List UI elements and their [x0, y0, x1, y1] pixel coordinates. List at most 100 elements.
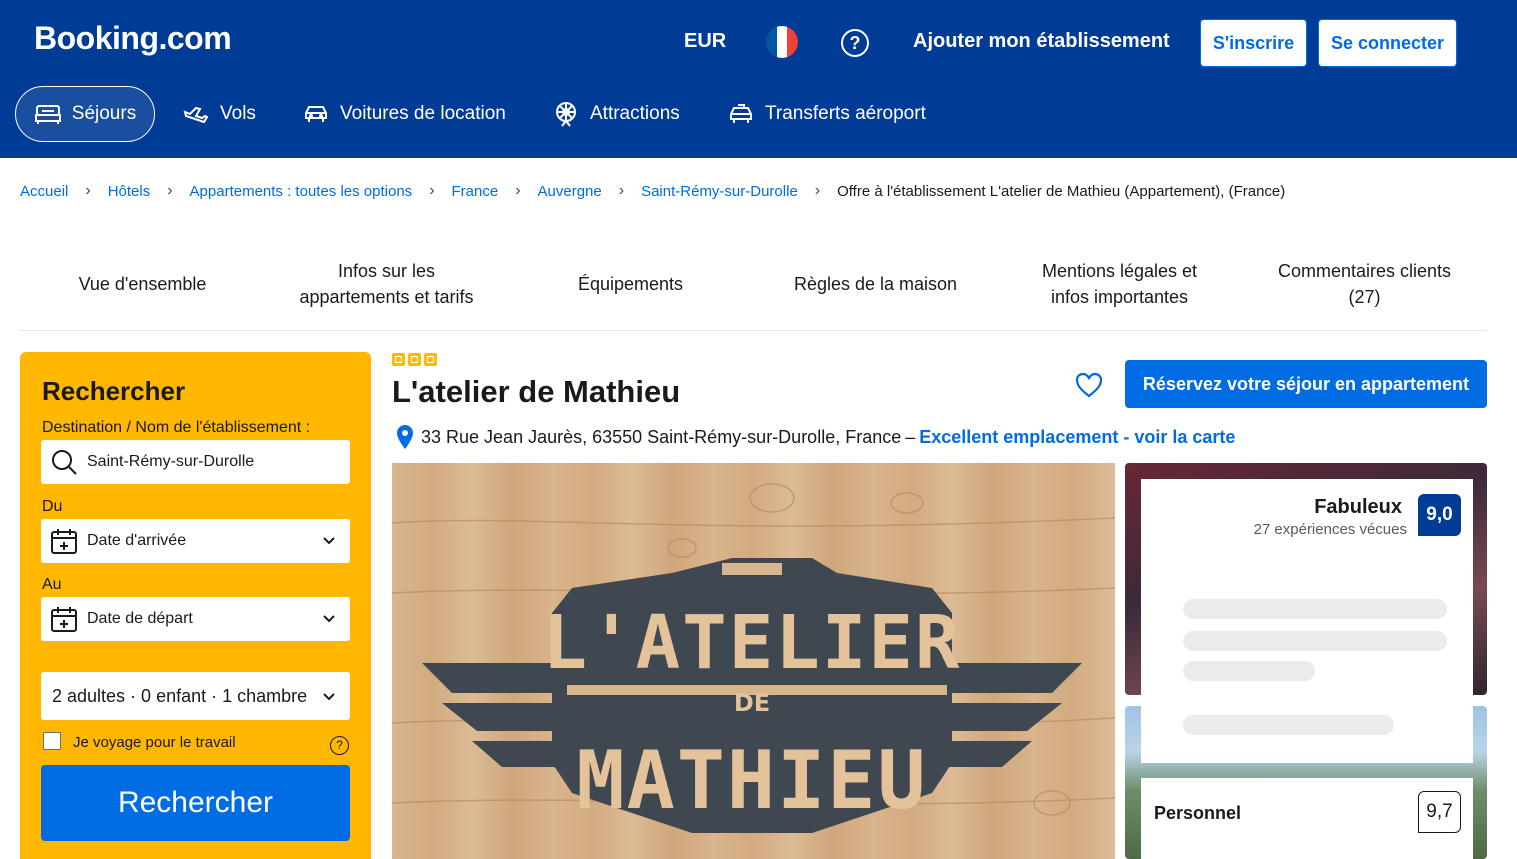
car-icon — [305, 106, 327, 122]
work-travel-checkbox[interactable] — [43, 732, 61, 750]
nav-label: Séjours — [71, 103, 137, 124]
main-property-photo[interactable]: L'ATELIER DE MATHIEU — [392, 463, 1115, 859]
sign-text-top: L'ATELIER — [543, 600, 962, 686]
review-summary: Fabuleux 27 expériences vécues 9,0 — [1141, 479, 1473, 551]
star-icon — [408, 353, 421, 366]
guests-value: 2 adultes · 0 enfant · 1 chambre — [52, 685, 308, 706]
address-separator: – — [905, 426, 916, 447]
work-travel-label: Je voyage pour le travail — [73, 734, 236, 751]
france-flag-icon[interactable] — [766, 26, 798, 58]
loading-placeholder — [1183, 715, 1394, 735]
review-score-card[interactable]: Fabuleux 27 expériences vécues 9,0 — [1141, 479, 1473, 763]
breadcrumb-current: Offre à l'établissement L'atelier de Mat… — [837, 182, 1286, 200]
top-header: Booking.com EUR ? Ajouter mon établissem… — [0, 0, 1517, 158]
nav-label: Vols — [220, 103, 256, 124]
search-panel: Rechercher Destination / Nom de l'établi… — [20, 352, 371, 859]
score-badge: 9,0 — [1418, 494, 1461, 536]
chevron-down-icon — [323, 615, 335, 623]
destination-value: Saint-Rémy-sur-Durolle — [87, 453, 255, 470]
checkout-field[interactable]: Date de départ — [41, 597, 350, 641]
loading-placeholder — [1183, 599, 1447, 619]
nav-label: Transferts aéroport — [765, 103, 926, 124]
bed-icon — [34, 105, 61, 124]
nav-attractions[interactable]: Attractions — [552, 86, 680, 142]
chevron-right-icon: › — [814, 182, 821, 199]
help-icon[interactable]: ? — [841, 29, 869, 57]
address-text: 33 Rue Jean Jaurès, 63550 Saint-Rémy-sur… — [421, 426, 902, 447]
staff-score-card[interactable]: Personnel 9,7 — [1141, 778, 1473, 859]
chevron-right-icon: › — [167, 182, 173, 199]
property-address: 33 Rue Jean Jaurès, 63550 Saint-Rémy-sur… — [396, 424, 1235, 450]
add-property-link[interactable]: Ajouter mon établissement — [913, 30, 1170, 53]
nav-label: Voitures de location — [340, 103, 506, 124]
tab-label: infos importantes — [1050, 287, 1189, 307]
checkin-field[interactable]: Date d'arrivée — [41, 519, 350, 563]
tab-label: Équipements — [577, 274, 684, 294]
checkout-placeholder: Date de départ — [87, 610, 193, 627]
calendar-icon — [51, 529, 77, 554]
nav-flights[interactable]: Vols — [182, 86, 256, 142]
staff-score: 9,7 — [1418, 791, 1461, 833]
breadcrumb-home[interactable]: Accueil — [20, 183, 68, 200]
tab-label: Commentaires clients — [1277, 261, 1452, 281]
star-icon — [424, 353, 437, 366]
tab-label: (27) — [1348, 287, 1381, 307]
tab-reviews[interactable]: Commentaires clients (27) — [1242, 258, 1487, 310]
heart-icon[interactable] — [1074, 371, 1104, 399]
nav-label: Attractions — [590, 103, 680, 124]
sign-text-middle: DE — [734, 689, 770, 717]
checkout-label: Au — [42, 576, 62, 593]
destination-input[interactable]: Saint-Rémy-sur-Durolle — [41, 440, 350, 484]
currency-selector[interactable]: EUR — [684, 30, 726, 53]
chevron-right-icon: › — [85, 182, 91, 199]
chevron-right-icon: › — [515, 182, 521, 199]
help-icon[interactable]: ? — [330, 736, 349, 755]
reserve-button[interactable]: Réservez votre séjour en appartement — [1125, 360, 1487, 408]
nav-airport-transfers[interactable]: Transferts aéroport — [727, 86, 926, 142]
tab-house-rules[interactable]: Règles de la maison — [753, 271, 998, 297]
breadcrumb-apartments[interactable]: Appartements : toutes les options — [190, 183, 413, 200]
guests-selector[interactable]: 2 adultes · 0 enfant · 1 chambre — [41, 672, 350, 720]
star-rating — [392, 353, 437, 366]
breadcrumb-hotels[interactable]: Hôtels — [108, 183, 151, 200]
tab-label: Infos sur les — [337, 261, 436, 281]
breadcrumb-country[interactable]: France — [452, 183, 499, 200]
tab-overview[interactable]: Vue d'ensemble — [20, 271, 265, 297]
checkin-placeholder: Date d'arrivée — [87, 532, 187, 549]
staff-label: Personnel — [1154, 803, 1242, 823]
sign-text-bottom: MATHIEU — [576, 734, 927, 827]
booking-logo[interactable]: Booking.com — [34, 20, 232, 57]
attractions-icon — [556, 102, 576, 127]
loading-placeholder — [1183, 631, 1447, 651]
tab-label: Mentions légales et — [1041, 261, 1198, 281]
checkin-label: Du — [42, 498, 63, 515]
signup-button[interactable]: S'inscrire — [1200, 19, 1307, 67]
nav-car-rental[interactable]: Voitures de location — [302, 86, 506, 142]
breadcrumb-region[interactable]: Auvergne — [538, 183, 602, 200]
calendar-icon — [51, 607, 77, 632]
review-count: 27 expériences vécues — [1253, 521, 1407, 538]
plane-icon — [183, 106, 209, 124]
nav-stays[interactable]: Séjours — [15, 86, 155, 142]
tab-rooms-prices[interactable]: Infos sur les appartements et tarifs — [264, 258, 509, 310]
destination-label: Destination / Nom de l'établissement : — [42, 419, 311, 436]
tab-label: Règles de la maison — [793, 274, 958, 294]
tab-label: Vue d'ensemble — [78, 274, 207, 294]
loading-placeholder — [1183, 661, 1315, 681]
tab-facilities[interactable]: Équipements — [508, 271, 753, 297]
breadcrumb-city[interactable]: Saint-Rémy-sur-Durolle — [641, 183, 798, 200]
property-tabs: Vue d'ensemble Infos sur les appartements… — [20, 248, 1487, 331]
taxi-icon — [730, 104, 752, 123]
star-icon — [392, 353, 405, 366]
tab-legal-info[interactable]: Mentions légales et infos importantes — [997, 258, 1242, 310]
chevron-right-icon: › — [429, 182, 435, 199]
location-map-link[interactable]: Excellent emplacement - voir la carte — [919, 427, 1235, 448]
score-word: Fabuleux — [1314, 496, 1402, 518]
property-name: L'atelier de Mathieu — [392, 374, 681, 409]
login-button[interactable]: Se connecter — [1318, 19, 1457, 67]
chevron-right-icon: › — [618, 182, 625, 199]
tab-label: appartements et tarifs — [299, 287, 474, 307]
search-title: Rechercher — [42, 376, 186, 406]
search-icon — [52, 450, 77, 475]
search-button[interactable]: Rechercher — [41, 765, 350, 841]
